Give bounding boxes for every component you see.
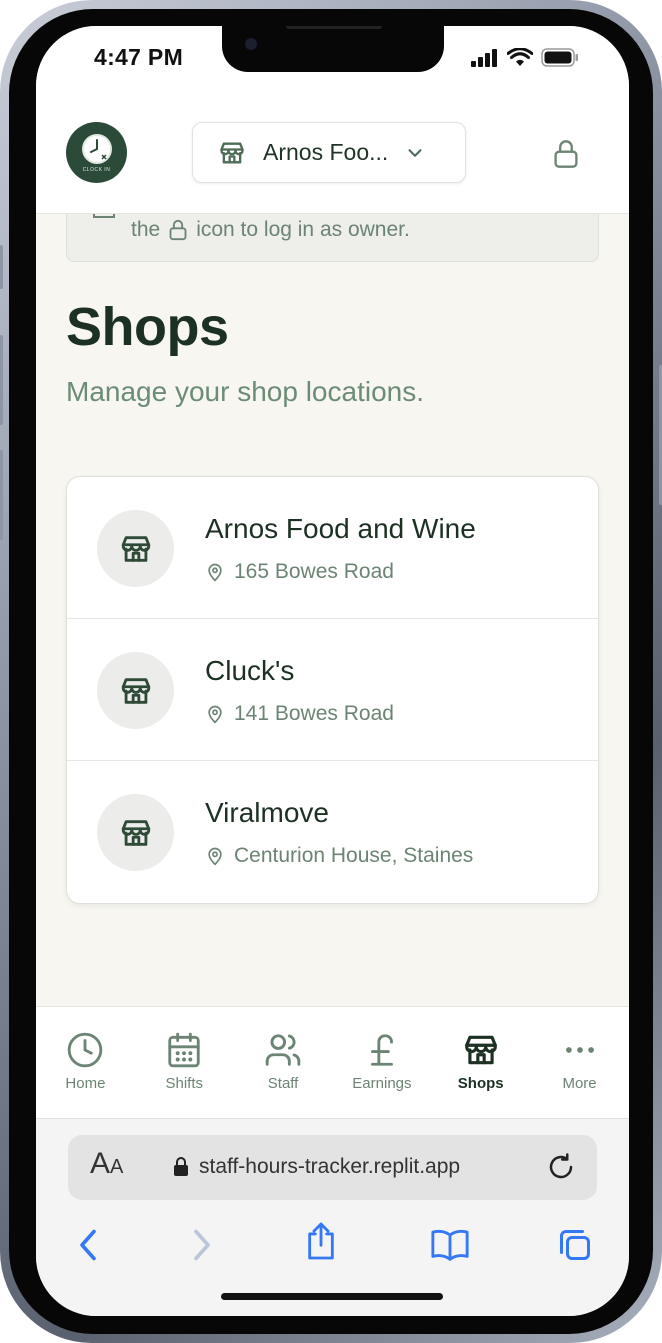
reload-icon[interactable] xyxy=(546,1151,576,1183)
shop-address-row: 165 Bowes Road xyxy=(205,560,394,584)
mute-switch xyxy=(0,245,3,289)
reader-text-size-button[interactable]: AA xyxy=(90,1147,123,1181)
banner-text-before: the xyxy=(131,218,161,241)
chevron-down-icon xyxy=(408,148,422,157)
notch xyxy=(222,26,444,72)
aa-small: A xyxy=(110,1156,124,1178)
store-icon xyxy=(464,1035,497,1065)
share-icon[interactable] xyxy=(304,1221,338,1261)
signal-icon xyxy=(471,48,497,67)
nav-earnings[interactable]: Earnings xyxy=(332,1007,431,1118)
nav-shops[interactable]: Shops xyxy=(431,1007,530,1118)
shop-address-row: Centurion House, Staines xyxy=(205,844,473,868)
shop-avatar xyxy=(97,652,174,729)
shop-selector[interactable]: Arnos Foo... xyxy=(192,122,466,183)
shop-address: 141 Bowes Road xyxy=(234,702,394,725)
app-header: CLOCK IN Arnos Foo... xyxy=(36,114,629,214)
banner-text-row: the icon to log in as owner. xyxy=(131,218,410,242)
store-icon xyxy=(121,535,150,562)
pound-icon xyxy=(370,1034,393,1066)
banner-text-after: icon to log in as owner. xyxy=(196,218,410,241)
shop-avatar xyxy=(97,510,174,587)
wifi-icon xyxy=(507,48,533,66)
secure-lock-icon xyxy=(174,1157,188,1176)
store-icon xyxy=(121,677,150,704)
calendar-icon xyxy=(168,1032,200,1068)
page-subtitle: Manage your shop locations. xyxy=(66,376,424,407)
url-text: staff-hours-tracker.replit.app xyxy=(199,1155,461,1178)
users-icon xyxy=(265,1034,301,1066)
nav-label: More xyxy=(562,1075,597,1092)
page-title: Shops xyxy=(66,297,229,357)
clock-logo-icon xyxy=(81,134,112,164)
shop-name: Cluck's xyxy=(205,655,295,686)
store-icon xyxy=(220,142,244,163)
back-icon[interactable] xyxy=(74,1227,102,1263)
more-icon xyxy=(565,1047,594,1053)
shop-address: 165 Bowes Road xyxy=(234,560,394,583)
aa-large: A xyxy=(90,1147,111,1180)
phone-screen: 4:47 PM CLOCK IN Arnos Foo... the icon t… xyxy=(36,26,629,1316)
earpiece xyxy=(286,26,382,29)
owner-login-button[interactable] xyxy=(550,138,582,170)
shop-list: Arnos Food and Wine 165 Bowes Road Cluck… xyxy=(66,476,599,904)
shop-address: Centurion House, Staines xyxy=(234,844,474,867)
nav-label: Shifts xyxy=(165,1075,203,1092)
lock-icon xyxy=(554,140,578,168)
clock-icon xyxy=(68,1032,103,1068)
nav-label: Staff xyxy=(267,1075,299,1092)
nav-more[interactable]: More xyxy=(530,1007,629,1118)
store-icon xyxy=(121,819,150,846)
info-icon xyxy=(93,214,115,218)
home-indicator xyxy=(221,1293,443,1300)
status-icons xyxy=(471,48,579,67)
info-banner: the icon to log in as owner. xyxy=(66,214,599,262)
battery-icon xyxy=(541,48,578,67)
tabs-icon[interactable] xyxy=(556,1227,594,1263)
map-pin-icon xyxy=(208,563,222,582)
map-pin-icon xyxy=(208,847,222,866)
shop-address-row: 141 Bowes Road xyxy=(205,702,394,726)
browser-toolbar xyxy=(36,1221,629,1273)
app-logo[interactable]: CLOCK IN xyxy=(66,122,127,183)
bookmarks-icon[interactable] xyxy=(430,1227,470,1263)
map-pin-icon xyxy=(208,705,222,724)
shop-name: Arnos Food and Wine xyxy=(205,513,476,544)
selected-shop-label: Arnos Foo... xyxy=(263,139,389,165)
shop-list-item[interactable]: Cluck's 141 Bowes Road xyxy=(67,619,598,761)
status-time: 4:47 PM xyxy=(94,44,184,70)
front-camera xyxy=(245,38,257,50)
logo-text: CLOCK IN xyxy=(82,167,111,173)
main-content[interactable]: the icon to log in as owner. Shops Manag… xyxy=(36,214,629,1006)
shop-name: Viralmove xyxy=(205,797,329,828)
forward-icon[interactable] xyxy=(188,1227,216,1263)
nav-shifts[interactable]: Shifts xyxy=(135,1007,234,1118)
nav-home[interactable]: Home xyxy=(36,1007,135,1118)
volume-down-button xyxy=(0,450,3,540)
shop-list-item[interactable]: Viralmove Centurion House, Staines xyxy=(67,761,598,903)
nav-label: Home xyxy=(65,1075,106,1092)
volume-up-button xyxy=(0,335,3,425)
nav-staff[interactable]: Staff xyxy=(234,1007,333,1118)
browser-chrome: AA staff-hours-tracker.replit.app xyxy=(36,1118,629,1316)
address-bar[interactable]: AA staff-hours-tracker.replit.app xyxy=(68,1135,597,1200)
bottom-nav: Home Shifts Staff Earnings Shops More xyxy=(36,1006,629,1118)
lock-icon xyxy=(169,219,187,241)
nav-label: Shops xyxy=(457,1075,504,1092)
shop-avatar xyxy=(97,794,174,871)
nav-label: Earnings xyxy=(352,1075,412,1092)
shop-list-item[interactable]: Arnos Food and Wine 165 Bowes Road xyxy=(67,477,598,619)
